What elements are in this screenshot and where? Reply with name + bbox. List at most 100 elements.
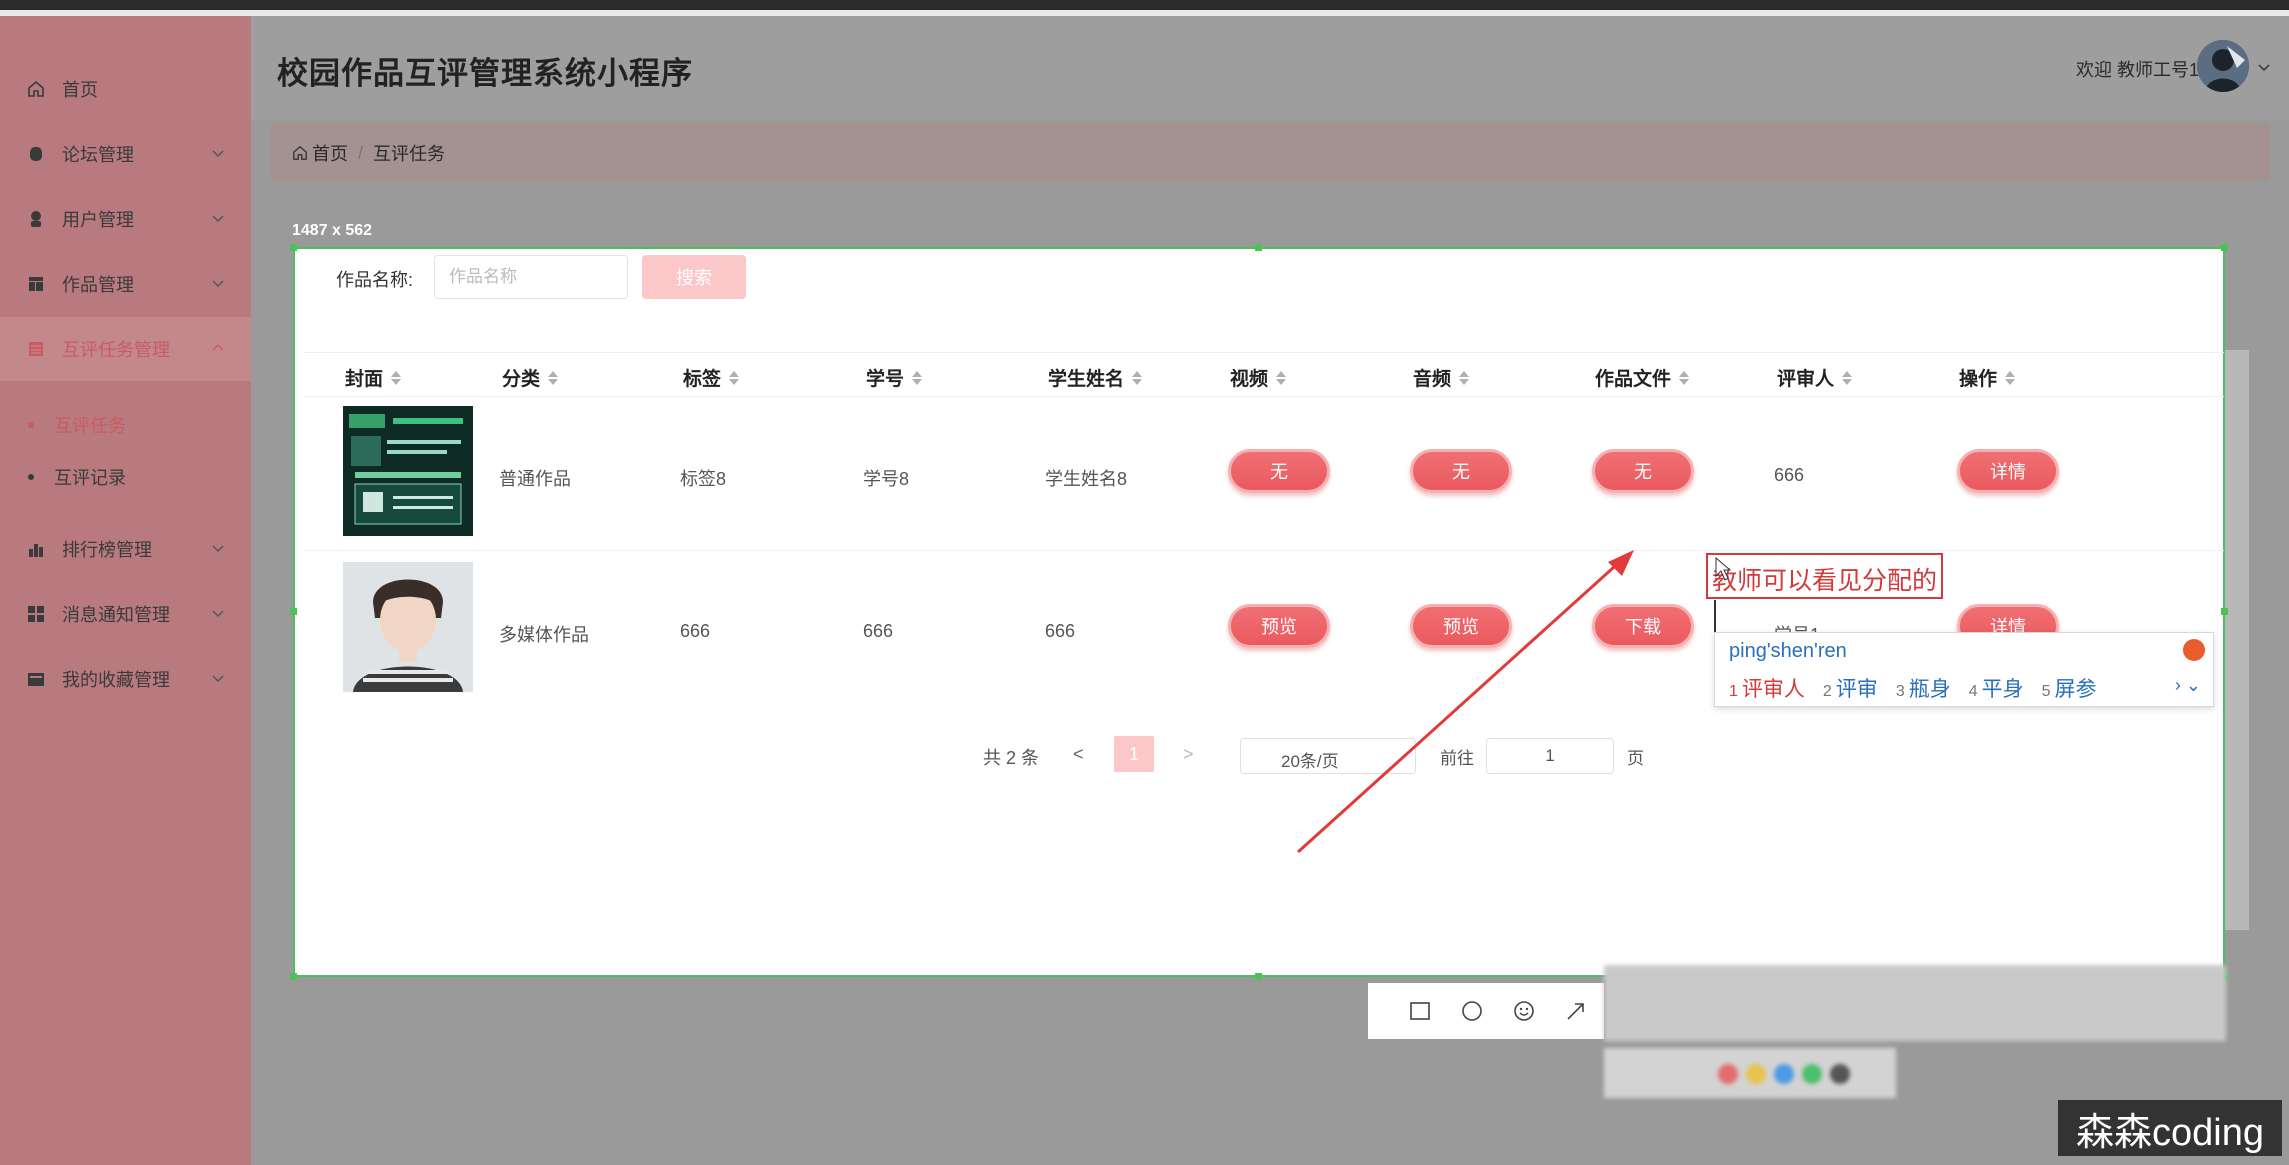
color-swatch[interactable] [1774, 1064, 1794, 1084]
column-header-reviewer[interactable]: 评审人 [1777, 364, 1853, 391]
sidebar-item-label: 首页 [62, 80, 98, 100]
column-header-action[interactable]: 操作 [1959, 364, 2016, 391]
mouse-cursor-icon [1715, 556, 1732, 581]
cover-image[interactable] [343, 406, 473, 536]
search-button[interactable]: 搜索 [642, 255, 746, 299]
column-header-audio[interactable]: 音频 [1413, 364, 1470, 391]
ime-candidate[interactable]: 4 平身 [1969, 673, 2024, 703]
arrow-tool-icon[interactable] [1564, 999, 1588, 1023]
ime-candidate[interactable]: 2 评审 [1823, 673, 1878, 703]
emoji-tool-icon[interactable] [1512, 999, 1536, 1023]
column-header-student-name[interactable]: 学生姓名 [1048, 364, 1143, 391]
audio-button[interactable]: 无 [1410, 449, 1512, 493]
color-swatch[interactable] [1718, 1064, 1738, 1084]
ime-candidate[interactable]: 3 瓶身 [1896, 673, 1951, 703]
file-button[interactable]: 无 [1592, 449, 1694, 493]
pagination-next[interactable]: > [1183, 744, 1194, 765]
selection-dimensions: 1487 x 562 [292, 222, 373, 239]
cell-category: 多媒体作品 [499, 625, 589, 645]
breadcrumb-bar [270, 123, 2270, 181]
user-icon [26, 209, 46, 229]
row-divider [304, 550, 2224, 551]
sidebar-subitem-review-record[interactable]: 互评记录 [28, 464, 126, 490]
ime-pinyin: ping'shen'ren [1729, 640, 1847, 662]
sort-icon[interactable] [912, 370, 923, 385]
sidebar-item-works[interactable]: 作品管理 [0, 252, 251, 316]
selection-handle[interactable] [2221, 608, 2228, 615]
cell-student-id: 666 [863, 621, 894, 641]
top-header: 校园作品互评管理系统小程序 欢迎 教师工号1 [251, 16, 2289, 120]
pagination-current-page[interactable]: 1 [1114, 736, 1154, 772]
color-swatch[interactable] [1830, 1064, 1850, 1084]
sidebar-item-notifications[interactable]: 消息通知管理 [0, 582, 251, 646]
sort-icon[interactable] [391, 370, 402, 385]
video-button[interactable]: 无 [1228, 449, 1330, 493]
sidebar-item-label: 用户管理 [62, 210, 134, 230]
column-header-video[interactable]: 视频 [1230, 364, 1287, 391]
sidebar-item-users[interactable]: 用户管理 [0, 187, 251, 251]
sort-icon[interactable] [2005, 370, 2016, 385]
cover-image[interactable] [343, 562, 473, 692]
sort-icon[interactable] [1459, 370, 1470, 385]
text-caret [1714, 600, 1716, 632]
sort-icon[interactable] [1132, 370, 1143, 385]
sidebar-item-review-tasks[interactable]: 互评任务管理 [0, 317, 251, 381]
ime-candidate[interactable]: 5 屏参 [2042, 673, 2097, 703]
sidebar-subitem-review-task[interactable]: 互评任务 [28, 412, 126, 438]
column-header-student-id[interactable]: 学号 [866, 364, 923, 391]
grid-icon [26, 604, 46, 624]
breadcrumb-home[interactable]: 首页 [292, 140, 348, 166]
column-header-file[interactable]: 作品文件 [1595, 364, 1690, 391]
color-swatch[interactable] [1802, 1064, 1822, 1084]
pagination-prev[interactable]: < [1073, 744, 1084, 765]
sidebar-item-label: 作品管理 [62, 275, 134, 295]
search-label: 作品名称: [336, 270, 414, 290]
sidebar-item-label: 消息通知管理 [62, 605, 170, 625]
sidebar-item-label: 排行榜管理 [62, 540, 152, 560]
ime-candidate-num: 2 [1822, 683, 1832, 700]
sidebar-subitem-label: 互评记录 [54, 468, 126, 488]
chevron-down-icon[interactable] [2257, 60, 2271, 74]
rectangle-tool-icon[interactable] [1408, 999, 1432, 1023]
cell-student-name: 学生姓名8 [1045, 469, 1128, 489]
selection-handle[interactable] [2221, 244, 2228, 251]
sort-icon[interactable] [548, 370, 559, 385]
column-header-cover[interactable]: 封面 [345, 364, 402, 391]
sidebar-item-ranking[interactable]: 排行榜管理 [0, 517, 251, 581]
row-divider [304, 396, 2224, 397]
search-input[interactable] [434, 255, 628, 299]
cell-category: 普通作品 [499, 469, 571, 489]
sort-icon[interactable] [1679, 370, 1690, 385]
works-icon [26, 274, 46, 294]
selection-handle[interactable] [1255, 244, 1262, 251]
selection-handle[interactable] [290, 608, 297, 615]
sidebar-item-home[interactable]: 首页 [0, 57, 251, 121]
ime-nav-icon[interactable]: › ⌄ [2175, 675, 2201, 696]
cell-student-id: 学号8 [863, 469, 910, 489]
color-swatch[interactable] [1746, 1064, 1766, 1084]
chevron-down-icon [212, 215, 224, 223]
chart-icon [26, 539, 46, 559]
ime-candidate-box[interactable]: ping'shen'ren 1 评审人 2 评审 3 瓶身 4 平身 5 屏参 › ⌄ [1714, 632, 2214, 707]
selection-handle[interactable] [290, 973, 297, 980]
sidebar-item-forum[interactable]: 论坛管理 [0, 122, 251, 186]
selection-handle[interactable] [1255, 973, 1262, 980]
sidebar-item-favorites[interactable]: 我的收藏管理 [0, 647, 251, 711]
detail-button[interactable]: 详情 [1957, 449, 2059, 493]
sort-icon[interactable] [1842, 370, 1853, 385]
bullet-icon [28, 422, 34, 428]
annotation-arrow[interactable] [1290, 540, 1650, 860]
column-header-category[interactable]: 分类 [502, 364, 559, 391]
avatar[interactable] [2197, 40, 2249, 92]
column-header-tag[interactable]: 标签 [683, 364, 740, 391]
sort-icon[interactable] [1276, 370, 1287, 385]
watermark: 森森coding [2058, 1100, 2282, 1156]
annotation-text[interactable]: 教师可以看见分配的 [1706, 553, 1944, 599]
selection-handle[interactable] [290, 244, 297, 251]
breadcrumb: 首页 / 互评任务 [292, 140, 445, 166]
sort-icon[interactable] [729, 370, 740, 385]
ellipse-tool-icon[interactable] [1460, 999, 1484, 1023]
ime-candidate[interactable]: 1 评审人 [1729, 673, 1805, 703]
column-header-label: 操作 [1959, 369, 1998, 390]
chevron-down-icon [212, 150, 224, 158]
